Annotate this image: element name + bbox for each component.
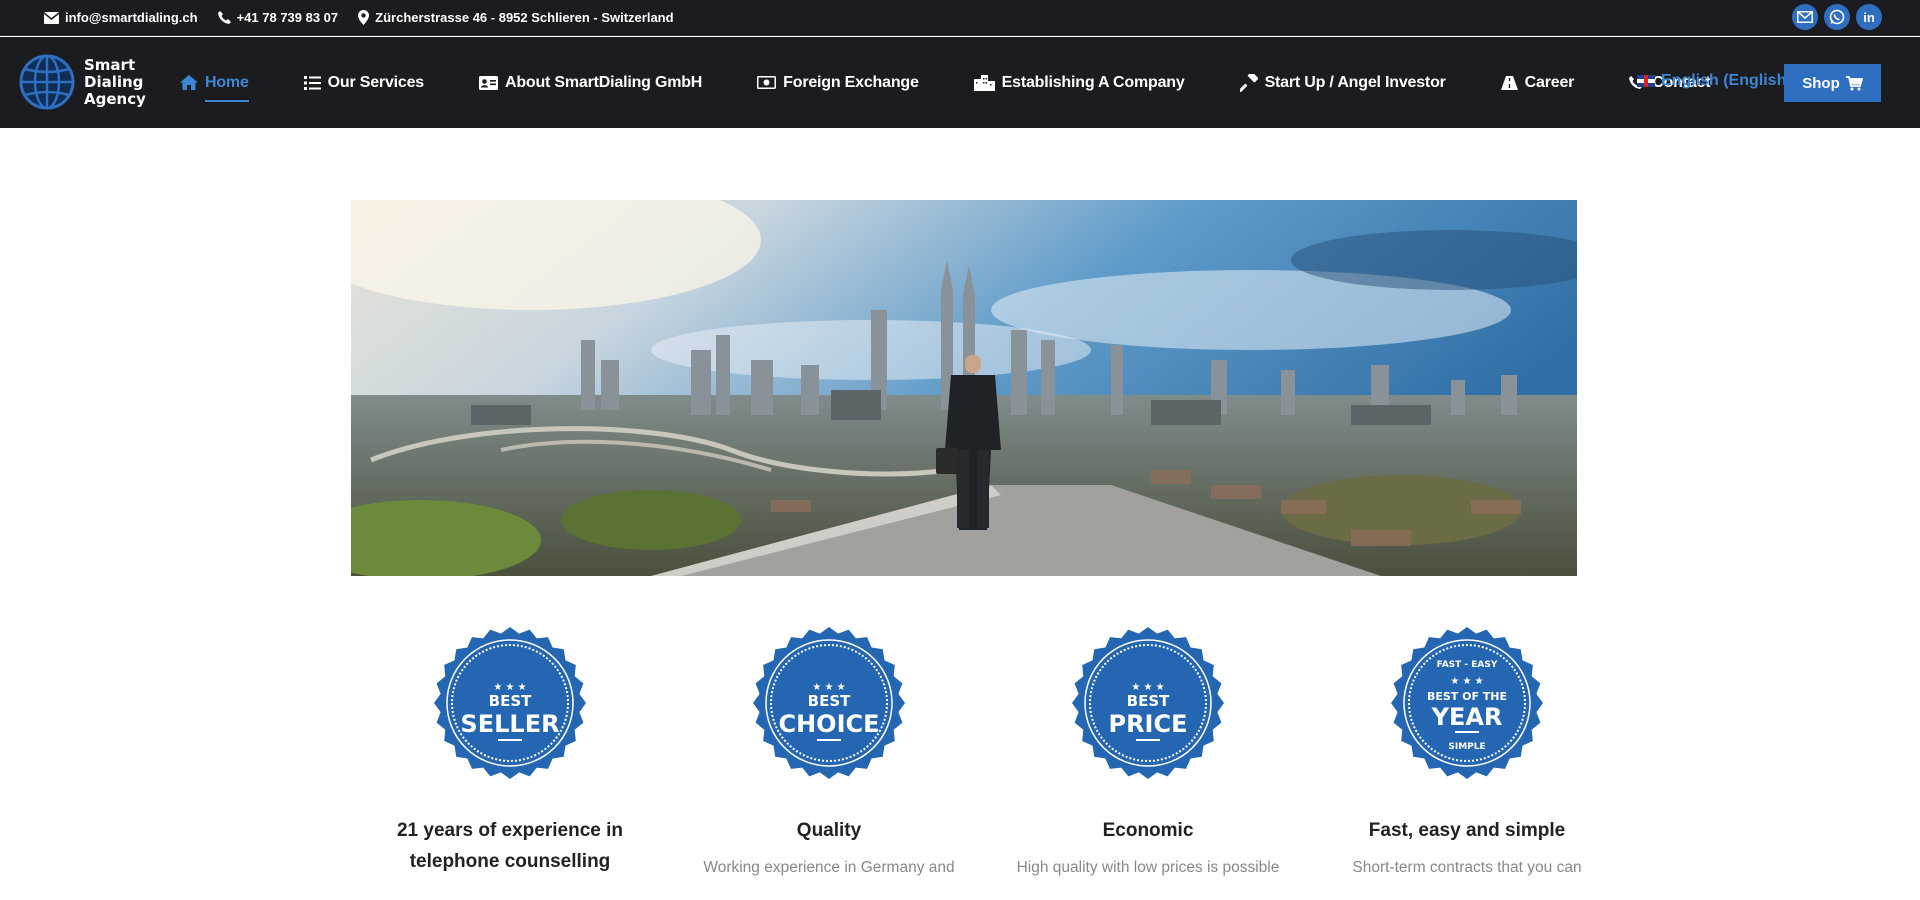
nav-item-label: About SmartDialing GmbH bbox=[504, 73, 703, 91]
svg-text:BEST: BEST bbox=[808, 692, 851, 710]
language-switcher[interactable]: English (English) bbox=[1637, 72, 1792, 90]
shop-button[interactable]: Shop bbox=[1784, 64, 1881, 102]
shop-label: Shop bbox=[1802, 74, 1840, 92]
email-link[interactable]: info@smartdialing.ch bbox=[44, 10, 198, 25]
svg-text:SIMPLE: SIMPLE bbox=[1448, 742, 1485, 752]
feature-card-quality: ★ ★ ★ BEST CHOICE Quality Working experi… bbox=[679, 625, 979, 880]
road-icon bbox=[1500, 75, 1518, 90]
feature-text: Working experience in Germany and bbox=[703, 859, 955, 876]
feature-card-experience: ★ ★ ★ BEST SELLER 21 years of experience… bbox=[360, 625, 660, 877]
svg-text:SELLER: SELLER bbox=[460, 710, 559, 738]
money-icon bbox=[757, 76, 777, 89]
nav-item-foreign-exchange[interactable]: Foreign Exchange bbox=[757, 74, 919, 92]
best-price-badge-icon: ★ ★ ★ BEST PRICE bbox=[1072, 627, 1224, 779]
nav-item-label: Home bbox=[205, 73, 249, 91]
brand-line-1: Smart bbox=[84, 55, 136, 74]
map-pin-icon bbox=[358, 10, 370, 25]
feature-text: High quality with low prices is possible bbox=[1016, 859, 1280, 876]
nav-item-label: Foreign Exchange bbox=[783, 73, 919, 91]
svg-text:CHOICE: CHOICE bbox=[778, 710, 879, 738]
list-icon bbox=[303, 75, 321, 90]
feature-title: Economic bbox=[1102, 820, 1194, 841]
nav-menu: Home Our Services About SmartDialing Gmb… bbox=[180, 37, 1765, 128]
mail-icon[interactable] bbox=[1792, 4, 1818, 30]
linkedin-icon[interactable]: in bbox=[1856, 4, 1882, 30]
phone-link[interactable]: +41 78 739 83 07 bbox=[217, 10, 339, 25]
id-card-icon bbox=[478, 75, 498, 90]
envelope-icon bbox=[44, 11, 59, 24]
top-info-bar: info@smartdialing.ch +41 78 739 83 07 Zü… bbox=[0, 0, 1920, 36]
nav-item-home[interactable]: Home bbox=[180, 73, 249, 102]
nav-item-career[interactable]: Career bbox=[1500, 73, 1575, 92]
phone-text: +41 78 739 83 07 bbox=[236, 10, 339, 25]
svg-text:BEST: BEST bbox=[489, 692, 532, 710]
nav-item-label: Career bbox=[1524, 73, 1575, 91]
email-text: info@smartdialing.ch bbox=[65, 10, 198, 25]
site-logo[interactable]: Smart Dialing Agency bbox=[18, 53, 146, 111]
feature-text: Short-term contracts that you can bbox=[1352, 859, 1582, 876]
feature-title: Quality bbox=[796, 820, 862, 841]
best-choice-badge-icon: ★ ★ ★ BEST CHOICE bbox=[753, 627, 905, 779]
feature-title: Fast, easy and simple bbox=[1368, 820, 1566, 841]
nav-item-label: Establishing A Company bbox=[1001, 73, 1185, 91]
home-icon bbox=[180, 75, 198, 90]
feature-card-fast-easy: FAST - EASY ★ ★ ★ BEST OF THE YEAR SIMPL… bbox=[1317, 625, 1617, 880]
svg-text:PRICE: PRICE bbox=[1108, 710, 1187, 738]
svg-text:YEAR: YEAR bbox=[1431, 703, 1503, 731]
nav-item-label: Our Services bbox=[327, 73, 425, 91]
globe-logo-icon bbox=[19, 54, 75, 110]
svg-text:BEST OF THE: BEST OF THE bbox=[1427, 690, 1507, 703]
hammer-icon bbox=[1239, 73, 1258, 92]
nav-item-label: Start Up / Angel Investor bbox=[1264, 73, 1446, 91]
brand-name: Smart Dialing Agency bbox=[84, 55, 146, 108]
address-text: Zürcherstrasse 46 - 8952 Schlieren - Swi… bbox=[375, 10, 674, 25]
svg-text:FAST - EASY: FAST - EASY bbox=[1437, 660, 1498, 670]
brand-line-3: Agency bbox=[84, 89, 146, 108]
nav-item-establishing-company[interactable]: Establishing A Company bbox=[973, 73, 1185, 92]
feature-title: 21 years of experience in telephone coun… bbox=[396, 820, 623, 872]
nav-item-our-services[interactable]: Our Services bbox=[303, 73, 425, 92]
svg-text:★ ★ ★: ★ ★ ★ bbox=[1450, 676, 1483, 687]
phone-icon bbox=[217, 11, 231, 24]
nav-item-about[interactable]: About SmartDialing GmbH bbox=[478, 73, 703, 92]
uk-flag-icon bbox=[1637, 75, 1655, 87]
best-seller-badge-icon: ★ ★ ★ BEST SELLER bbox=[434, 627, 586, 779]
address-link[interactable]: Zürcherstrasse 46 - 8952 Schlieren - Swi… bbox=[358, 10, 674, 25]
best-of-the-year-badge-icon: FAST - EASY ★ ★ ★ BEST OF THE YEAR SIMPL… bbox=[1391, 627, 1543, 779]
hero-image bbox=[351, 200, 1577, 576]
feature-card-economic: ★ ★ ★ BEST PRICE Economic High quality w… bbox=[998, 625, 1298, 880]
brand-line-2: Dialing bbox=[84, 72, 144, 91]
features-section: ★ ★ ★ BEST SELLER 21 years of experience… bbox=[351, 625, 1582, 900]
language-label: English (English) bbox=[1661, 72, 1792, 89]
whatsapp-icon[interactable] bbox=[1824, 4, 1850, 30]
svg-text:BEST: BEST bbox=[1127, 692, 1170, 710]
nav-item-startup-investor[interactable]: Start Up / Angel Investor bbox=[1239, 73, 1446, 92]
cart-icon bbox=[1845, 75, 1863, 90]
building-icon bbox=[973, 74, 995, 91]
social-links: in bbox=[1792, 4, 1882, 30]
main-navigation: Smart Dialing Agency Home Our Services A… bbox=[0, 37, 1920, 128]
